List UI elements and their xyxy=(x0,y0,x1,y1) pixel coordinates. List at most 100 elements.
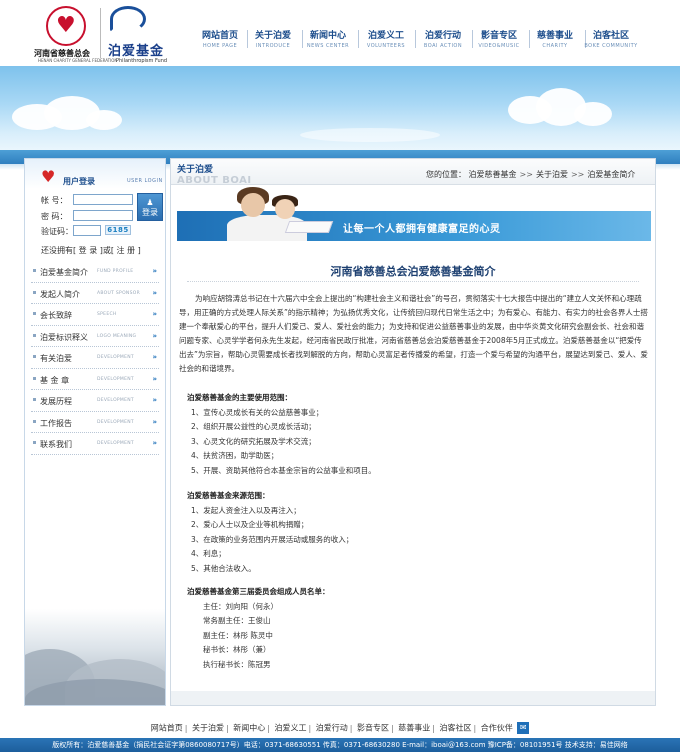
nav-label-en: VIDEO&MUSIC xyxy=(478,43,520,49)
login-header: ♥ 用户登录 USER LOGIN xyxy=(25,159,165,189)
double-arrow-icon: » xyxy=(152,417,157,426)
bullet-icon xyxy=(33,441,36,444)
double-arrow-icon: » xyxy=(152,267,157,275)
usage-item: 3、心灵文化的研究拓展及学术交流； xyxy=(191,436,316,446)
sidebar-item-sponsor[interactable]: 发起人简介 ABOUT SPONSOR » xyxy=(31,283,159,304)
section-title: 关于泊爱 xyxy=(177,165,214,175)
footer-separator: | xyxy=(390,723,394,733)
nav-label-en: HOME PAGE xyxy=(202,43,238,49)
committee-member: 秘书长：林彤（兼） xyxy=(203,645,271,654)
content-header: 关于泊爱 ABOUT BOAI 您的位置： 泊爱慈善基金 >> 关于泊爱 >> 泊爱基金… xyxy=(171,159,655,186)
site-header: ♥ 河南省慈善总会 HENAN CHARITY GENERAL FEDERATI… xyxy=(0,0,680,66)
menu-label: 泊爱标识释义 xyxy=(40,332,88,342)
double-arrow-icon: » xyxy=(152,331,157,340)
account-input[interactable] xyxy=(73,194,133,205)
nav-item-home[interactable]: 网站首页 HOME PAGE xyxy=(192,28,248,49)
nav-label: 新闻中心 xyxy=(309,31,346,41)
password-input[interactable] xyxy=(73,210,133,221)
footer-link-action[interactable]: 泊爱行动 xyxy=(316,724,348,733)
bullet-icon xyxy=(33,376,36,380)
footer-separator: | xyxy=(225,723,229,733)
committee-title: 泊爱慈善基金第三届委员会组成人员名单： xyxy=(187,587,330,596)
heart-icon: ♥ xyxy=(41,167,56,186)
copyright-bar: 版权所有：泊爱慈善基金（捐民社会证字第0860080717号）电话：0371-6… xyxy=(0,738,680,752)
menu-label: 发展历程 xyxy=(40,397,72,406)
footer-link-video[interactable]: 影音专区 xyxy=(357,724,389,733)
usage-title: 泊爱慈善基金的主要使用范围： xyxy=(187,393,292,402)
nav-label: 网站首页 xyxy=(201,31,238,41)
committee-member: 主任：刘向阳（何永） xyxy=(203,601,278,611)
nav-item-charity[interactable]: 慈善事业 CHARITY xyxy=(527,28,583,49)
nav-label: 关于泊爱 xyxy=(254,31,291,41)
committee-member: 执行秘书长：陈冠男 xyxy=(203,659,271,669)
source-item: 5、其他合法收入。 xyxy=(191,563,256,573)
login-link[interactable]: [ 登 录 ] xyxy=(73,246,103,255)
breadcrumb-about[interactable]: 关于泊爱 xyxy=(536,170,568,179)
bullet-icon xyxy=(33,290,36,294)
sidebar-item-logo-meaning[interactable]: 泊爱标识释义 LOGO MEANING » xyxy=(31,326,159,347)
breadcrumb-prefix: 您的位置： xyxy=(426,170,466,179)
footer-link-partners[interactable]: 合作伙伴 xyxy=(481,724,513,733)
cloud-decoration xyxy=(574,102,612,126)
fund-name: 泊爱基金 xyxy=(108,44,165,59)
nav-item-community[interactable]: 泊客社区 BOKE COMMUNITY xyxy=(583,28,639,49)
footer-separator: | xyxy=(184,723,188,733)
article-title: 河南省慈善总会泊爱慈善基金简介 xyxy=(330,265,496,278)
double-arrow-icon: » xyxy=(152,374,157,383)
menu-label: 泊爱基金简介 xyxy=(40,268,88,277)
menu-label: 发起人简介 xyxy=(40,289,80,299)
boai-fund-logo[interactable]: 泊爱基金 Philanthropism Fund xyxy=(106,6,176,64)
double-arrow-icon: » xyxy=(152,396,157,404)
nav-label: 慈善事业 xyxy=(536,31,573,41)
footer-link-volunteers[interactable]: 泊爱义工 xyxy=(274,724,306,733)
sidebar-item-speech[interactable]: 会长致辞 SPEECH » xyxy=(31,304,159,326)
breadcrumb-current: 泊爱基金简介 xyxy=(587,170,636,179)
footer-separator: | xyxy=(308,723,312,733)
sidebar-item-report[interactable]: 工作报告 DEVELOPMENT » xyxy=(31,412,159,433)
menu-label: 会长致辞 xyxy=(40,311,72,320)
menu-label-en: DEVELOPMENT xyxy=(97,355,134,360)
login-button-label: 登录 xyxy=(142,208,158,217)
usage-block: 泊爱慈善基金的主要使用范围： 1、宣传心灵成长有关的公益慈善事业； 2、组织开展… xyxy=(181,391,631,478)
bullet-icon xyxy=(33,419,36,423)
nav-item-video[interactable]: 影音专区 VIDEO&MUSIC xyxy=(471,28,527,49)
sidebar-item-about[interactable]: 有关泊爱 DEVELOPMENT » xyxy=(31,347,159,369)
footer-link-news[interactable]: 新闻中心 xyxy=(233,724,265,733)
breadcrumb: 您的位置： 泊爱慈善基金 >> 关于泊爱 >> 泊爱基金简介 xyxy=(426,169,635,180)
footer-link-home[interactable]: 网站首页 xyxy=(151,724,183,733)
captcha-image[interactable]: 6185 xyxy=(105,225,131,235)
register-link[interactable]: [ 注 册 ] xyxy=(111,246,141,255)
menu-label: 工作报告 xyxy=(40,418,72,428)
nav-item-news[interactable]: 新闻中心 NEWS CENTER xyxy=(300,28,356,49)
sidebar-item-charter[interactable]: 基 金 章 DEVELOPMENT » xyxy=(31,369,159,390)
charity-federation-logo[interactable]: ♥ 河南省慈善总会 HENAN CHARITY GENERAL FEDERATI… xyxy=(34,6,117,63)
share-icon[interactable]: ✉ xyxy=(517,722,530,734)
footer-link-charity[interactable]: 慈善事业 xyxy=(398,724,430,733)
source-item: 3、在政策的业务范围内开展活动或服务的收入； xyxy=(191,534,354,544)
sidebar-item-fund-profile[interactable]: 泊爱基金简介 FUND PROFILE » xyxy=(31,261,159,283)
footer-nav: 网站首页 | 关于泊爱 | 新闻中心 | 泊爱义工 | 泊爱行动 | 影音专区 | 慈善事业… xyxy=(0,722,680,736)
register-line: 还没拥有[ 登 录 ]或[ 注 册 ] xyxy=(41,245,141,256)
login-button[interactable]: ♟ 登录 xyxy=(137,193,163,221)
article-divider xyxy=(187,281,639,282)
nav-item-about[interactable]: 关于泊爱 INTRODUCE xyxy=(245,28,301,49)
menu-label-en: ABOUT SPONSOR xyxy=(97,290,141,296)
source-item: 2、爱心人士以及企业等机构捐赠； xyxy=(191,520,309,529)
nav-item-volunteers[interactable]: 泊爱义工 VOLUNTEERS xyxy=(358,28,414,49)
breadcrumb-sep-icon: >> xyxy=(519,170,533,179)
login-title-en: USER LOGIN xyxy=(127,178,163,184)
nav-label-en: CHARITY xyxy=(542,43,568,49)
nav-label-en: NEWS CENTER xyxy=(306,43,350,49)
usage-item: 4、扶贫济困，助学助医； xyxy=(191,451,279,460)
captcha-input[interactable] xyxy=(73,225,101,236)
sidebar-item-contact[interactable]: 联系我们 DEVELOPMENT » xyxy=(31,433,159,455)
usage-item: 5、开展、资助其他符合本基金宗旨的公益事业和项目。 xyxy=(191,465,376,475)
sidebar-item-history[interactable]: 发展历程 DEVELOPMENT » xyxy=(31,390,159,412)
footer-link-community[interactable]: 泊客社区 xyxy=(439,724,471,733)
footer-link-about[interactable]: 关于泊爱 xyxy=(192,724,224,733)
double-arrow-icon: » xyxy=(152,288,157,297)
breadcrumb-home[interactable]: 泊爱慈善基金 xyxy=(469,170,517,179)
nav-item-action[interactable]: 泊爱行动 BOAI ACTION xyxy=(415,28,471,49)
committee-member: 常务副主任：王俊山 xyxy=(203,616,271,625)
cloud-decoration xyxy=(300,128,440,142)
